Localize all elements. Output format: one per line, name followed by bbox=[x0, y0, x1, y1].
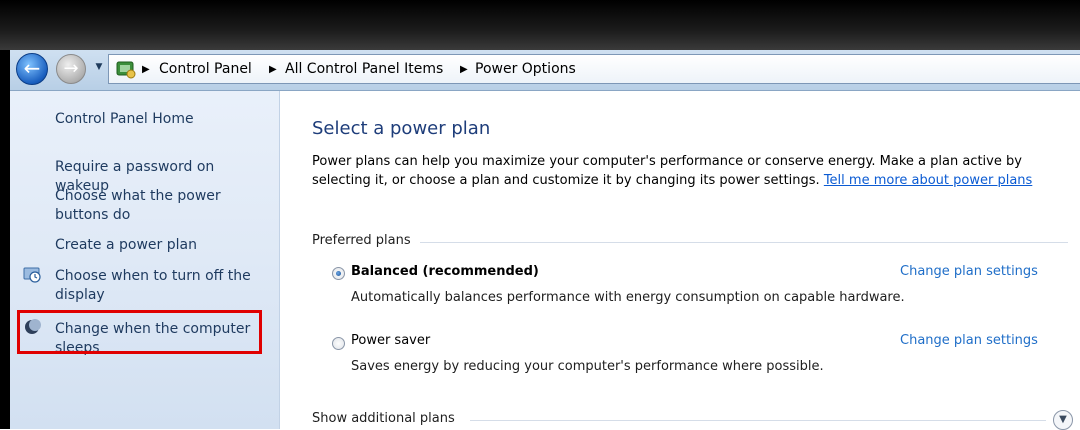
plan-desc-balanced: Automatically balances performance with … bbox=[351, 290, 905, 305]
breadcrumb-all-items[interactable]: All Control Panel Items bbox=[285, 61, 443, 77]
breadcrumb-separator-icon: ▶ bbox=[269, 64, 277, 75]
sidebar-item-turn-off-display[interactable]: Choose when to turn off the display bbox=[55, 267, 270, 305]
page-title: Select a power plan bbox=[312, 118, 491, 139]
breadcrumb-separator-icon: ▶ bbox=[460, 64, 468, 75]
divider bbox=[420, 242, 1068, 243]
divider bbox=[470, 420, 1046, 421]
breadcrumb-control-panel[interactable]: Control Panel bbox=[159, 61, 252, 77]
sidebar-item-create-plan[interactable]: Create a power plan bbox=[55, 236, 270, 255]
plan-name-balanced[interactable]: Balanced (recommended) bbox=[351, 264, 539, 279]
breadcrumb-power-options[interactable]: Power Options bbox=[475, 61, 576, 77]
sidebar bbox=[10, 91, 280, 429]
breadcrumb-separator-icon: ▶ bbox=[142, 64, 150, 75]
chevron-down-icon[interactable]: ▼ bbox=[92, 60, 106, 74]
plan-name-power-saver[interactable]: Power saver bbox=[351, 333, 430, 348]
tell-me-more-link[interactable]: Tell me more about power plans bbox=[824, 173, 1032, 188]
plan-radio-balanced[interactable] bbox=[332, 267, 345, 280]
forward-arrow-icon[interactable]: → bbox=[56, 54, 86, 84]
chevron-down-circle-icon[interactable]: ▼ bbox=[1053, 410, 1073, 430]
address-field[interactable] bbox=[108, 54, 1080, 84]
sidebar-item-power-buttons[interactable]: Choose what the power buttons do bbox=[55, 187, 270, 225]
preferred-plans-label: Preferred plans bbox=[312, 233, 419, 248]
change-plan-settings-link[interactable]: Change plan settings bbox=[900, 333, 1038, 348]
plan-desc-power-saver: Saves energy by reducing your computer's… bbox=[351, 359, 824, 374]
plan-radio-power-saver[interactable] bbox=[332, 337, 345, 350]
window-edge bbox=[0, 50, 10, 429]
control-panel-icon bbox=[116, 61, 136, 79]
show-additional-plans-label[interactable]: Show additional plans bbox=[312, 411, 463, 426]
main-content bbox=[281, 91, 1080, 429]
display-clock-icon bbox=[23, 267, 41, 283]
change-plan-settings-link[interactable]: Change plan settings bbox=[900, 264, 1038, 279]
window-titlebar bbox=[0, 0, 1080, 50]
intro-text: Power plans can help you maximize your c… bbox=[312, 152, 1072, 190]
back-arrow-icon[interactable]: ← bbox=[16, 53, 48, 85]
highlight-box bbox=[17, 310, 262, 354]
sidebar-item-control-panel-home[interactable]: Control Panel Home bbox=[55, 110, 270, 129]
